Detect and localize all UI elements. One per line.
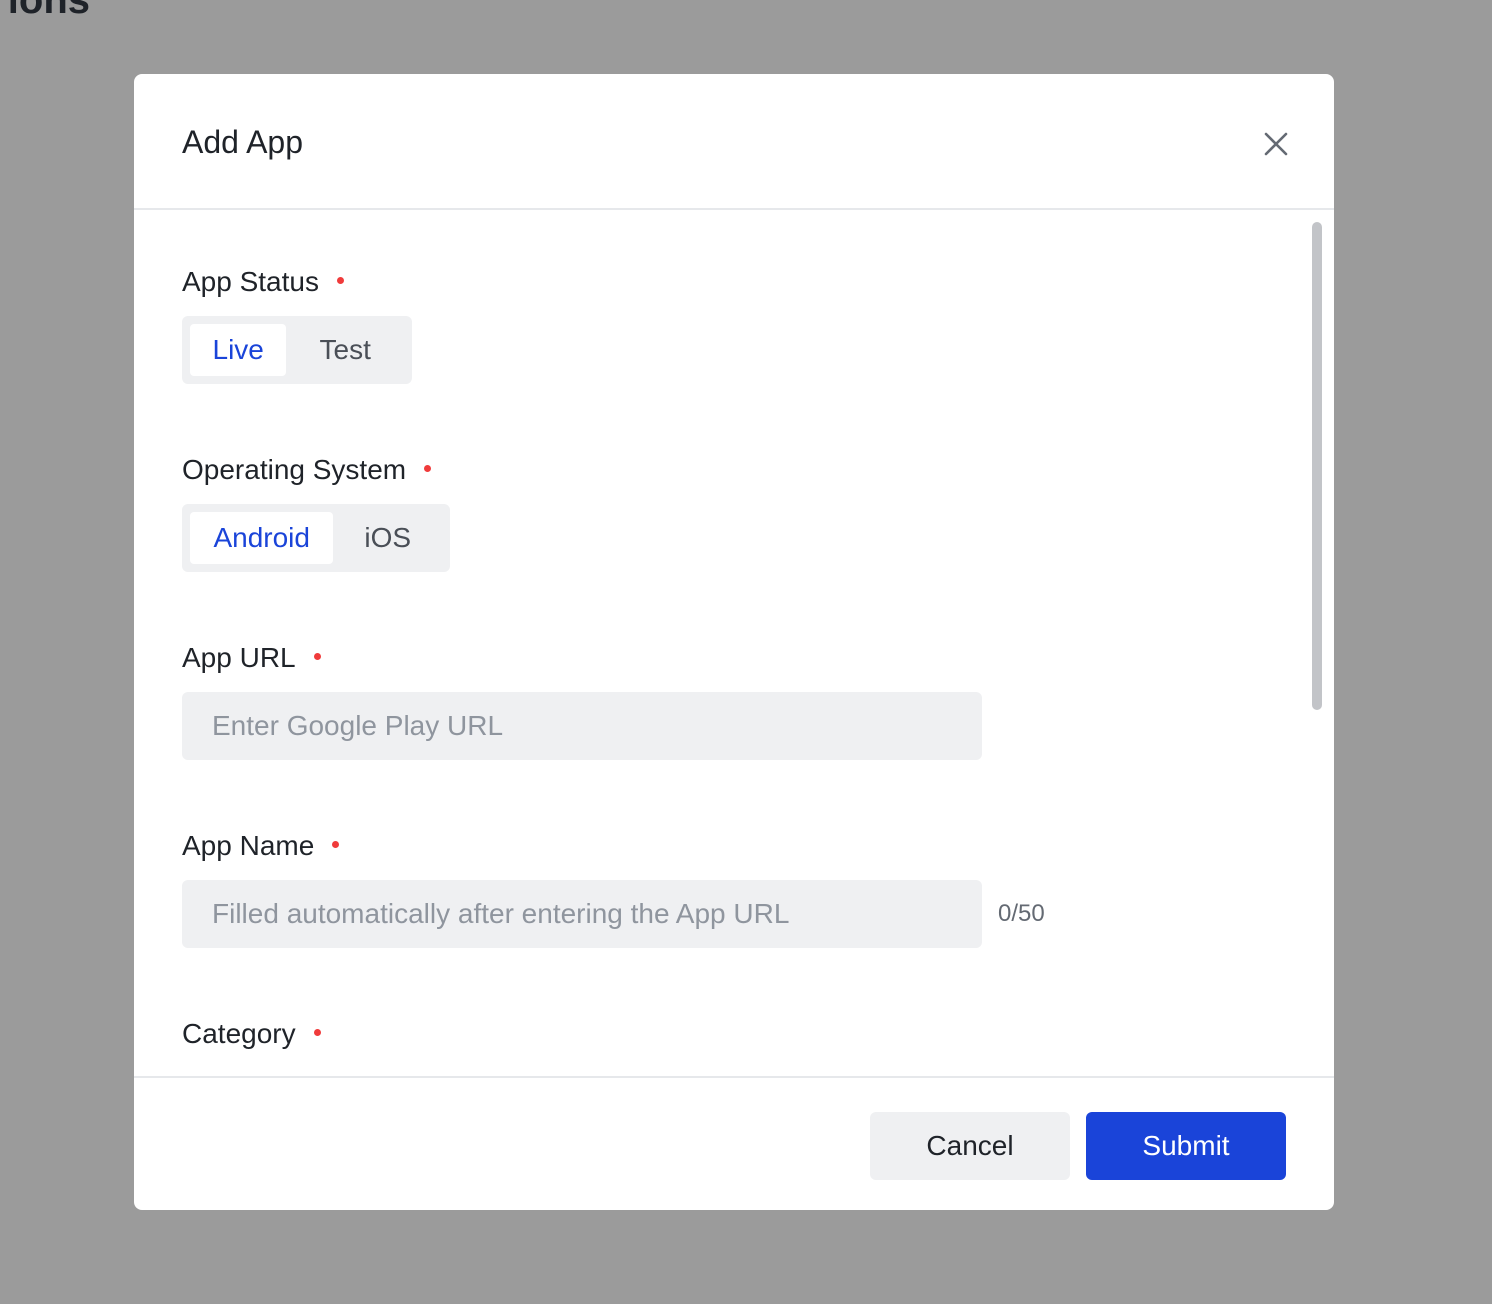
required-indicator — [313, 652, 321, 660]
operating-system-label-text: Operating System — [182, 454, 407, 485]
cancel-button[interactable]: Cancel — [870, 1112, 1070, 1180]
scrollbar-thumb[interactable] — [1312, 222, 1322, 710]
dialog-body[interactable]: App Status Live Test Operating System An… — [134, 210, 1334, 1076]
app-name-input[interactable] — [182, 880, 982, 948]
operating-system-label: Operating System — [182, 454, 432, 486]
close-button[interactable] — [1258, 126, 1294, 162]
operating-system-segmented-control: Android iOS — [182, 504, 450, 572]
required-indicator — [332, 840, 340, 848]
dialog-header: Add App — [134, 74, 1334, 210]
app-status-option-test[interactable]: Test — [286, 324, 404, 376]
os-option-ios[interactable]: iOS — [333, 512, 442, 564]
close-icon — [1264, 132, 1288, 156]
app-status-option-live[interactable]: Live — [190, 324, 287, 376]
app-url-label-text: App URL — [182, 642, 296, 673]
category-label-text: Category — [182, 1018, 296, 1049]
app-name-label-text: App Name — [182, 830, 315, 861]
dialog-footer: Cancel Submit — [134, 1076, 1334, 1210]
app-status-label: App Status — [182, 266, 344, 298]
dialog-title: Add App — [182, 124, 303, 160]
add-app-dialog: Add App App Status Live Test Operating S… — [134, 74, 1334, 1210]
required-indicator — [424, 464, 432, 472]
app-url-input[interactable] — [182, 692, 982, 760]
submit-button[interactable]: Submit — [1086, 1112, 1286, 1180]
background-page-title: ions — [7, 0, 90, 22]
category-label: Category — [182, 1018, 321, 1050]
required-indicator — [313, 1028, 321, 1036]
os-option-android[interactable]: Android — [190, 512, 334, 564]
app-status-segmented-control: Live Test — [182, 316, 412, 384]
app-status-label-text: App Status — [182, 266, 319, 297]
required-indicator — [336, 276, 344, 284]
app-name-label: App Name — [182, 830, 340, 862]
app-url-label: App URL — [182, 642, 321, 674]
app-name-char-count: 0/50 — [998, 900, 1045, 927]
